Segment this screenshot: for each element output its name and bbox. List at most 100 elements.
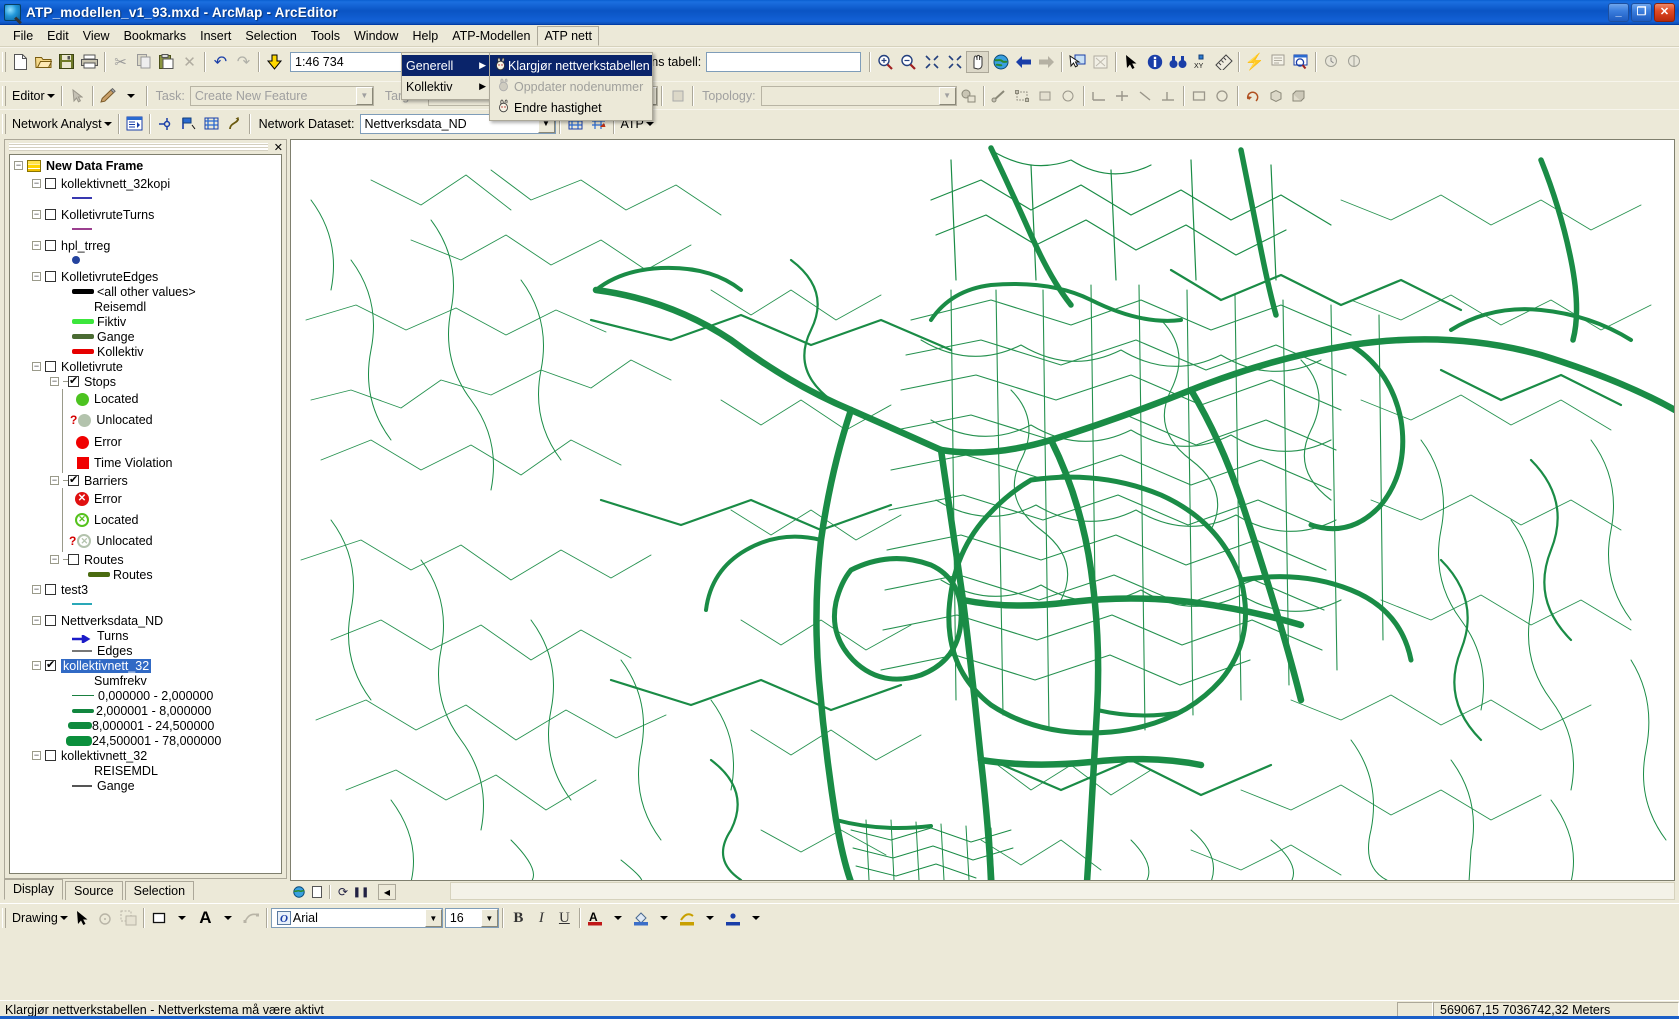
rotate-icon[interactable] [94, 907, 117, 929]
editor-menu-button[interactable]: Editor [9, 85, 58, 107]
delete-icon[interactable]: ✕ [178, 51, 201, 73]
construct-tool3-icon[interactable] [1134, 85, 1157, 107]
close-icon[interactable]: ✕ [274, 141, 283, 154]
time-slider-icon[interactable] [1320, 51, 1343, 73]
measure-icon[interactable] [1212, 51, 1235, 73]
layer-visibility-checkbox[interactable] [45, 178, 56, 189]
pencil-icon[interactable] [97, 85, 120, 107]
menu-window[interactable]: Window [347, 26, 405, 46]
menu-item-endre-hastighet[interactable]: Endre hastighet [490, 97, 652, 118]
group-icon[interactable] [117, 907, 140, 929]
page-icon[interactable] [308, 884, 326, 900]
menu-file[interactable]: File [6, 26, 40, 46]
toc-layer-nettverksdata-nd[interactable]: − Nettverksdata_ND [10, 613, 281, 628]
expand-collapse-icon[interactable]: − [32, 585, 41, 594]
maximize-button[interactable]: ❐ [1631, 2, 1652, 22]
close-button[interactable]: ✕ [1654, 2, 1675, 22]
edit-arrow-icon[interactable] [66, 85, 89, 107]
toc-layer-test3[interactable]: − test3 [10, 582, 281, 597]
font-color-dropdown[interactable] [607, 907, 630, 929]
toc-layer-hpl-trreg[interactable]: − hpl_trreg [10, 238, 281, 253]
clear-selection-icon[interactable] [1089, 51, 1112, 73]
map-tips-icon[interactable] [1289, 51, 1312, 73]
topology-tool2-icon[interactable] [1011, 85, 1034, 107]
drawing-menu-button[interactable]: Drawing [9, 907, 71, 929]
select-network-location-icon[interactable] [200, 113, 223, 135]
toc-layer-kollektivnett-32kopi[interactable]: − kollektivnett_32kopi [10, 176, 281, 191]
undo-icon[interactable]: ↶ [209, 51, 232, 73]
select-features-icon[interactable] [1066, 51, 1089, 73]
layer-visibility-checkbox[interactable] [45, 361, 56, 372]
font-size-combo[interactable]: 16 ▼ [444, 908, 499, 928]
line-color-icon[interactable] [676, 907, 699, 929]
toolbar-grip[interactable] [2, 113, 6, 134]
chevron-down-icon[interactable] [59, 916, 68, 920]
text-tool-icon[interactable]: A [194, 907, 217, 929]
toc-group-stops[interactable]: − Stops [10, 374, 281, 389]
toc-scroll-area[interactable]: − New Data Frame − kollektivnett_32kopi … [9, 154, 282, 874]
toc-layer-kollektivnett-32-second[interactable]: − kollektivnett_32 [10, 748, 281, 763]
toolbar-grip[interactable] [2, 908, 6, 928]
topology-tool1-icon[interactable] [988, 85, 1011, 107]
full-extent-globe-icon[interactable] [989, 51, 1012, 73]
save-icon[interactable] [55, 51, 78, 73]
menu-tools[interactable]: Tools [304, 26, 347, 46]
toc-layer-kolletivruteedges[interactable]: − KolletivruteEdges [10, 269, 281, 284]
menu-atp-nett[interactable]: ATP nett [537, 25, 599, 46]
chevron-down-icon[interactable]: ▼ [938, 86, 956, 105]
network-analyst-menu-button[interactable]: Network Analyst [9, 113, 115, 135]
tab-source[interactable]: Source [65, 881, 123, 900]
minimize-button[interactable]: _ [1608, 2, 1629, 22]
expand-collapse-icon[interactable]: − [32, 616, 41, 625]
menu-insert[interactable]: Insert [193, 26, 238, 46]
menu-selection[interactable]: Selection [238, 26, 303, 46]
expand-collapse-icon[interactable]: − [14, 161, 23, 170]
layer-visibility-checkbox[interactable] [45, 584, 56, 595]
solve-icon[interactable] [223, 113, 246, 135]
expand-collapse-icon[interactable]: − [32, 751, 41, 760]
forward-extent-icon[interactable] [1035, 51, 1058, 73]
menu-item-kollektiv[interactable]: Kollektiv ▶ [402, 76, 490, 97]
html-popup-icon[interactable] [1266, 51, 1289, 73]
menu-edit[interactable]: Edit [40, 26, 76, 46]
new-shape-icon[interactable] [148, 907, 171, 929]
refresh-icon[interactable]: ⟳ [334, 884, 352, 900]
zoom-in-icon[interactable] [874, 51, 897, 73]
zoom-out-icon[interactable] [897, 51, 920, 73]
go-to-xy-icon[interactable]: XY [1189, 51, 1212, 73]
construct-tool2-icon[interactable] [1111, 85, 1134, 107]
edit-tool-icon[interactable] [666, 85, 689, 107]
tab-display[interactable]: Display [4, 879, 63, 900]
print-icon[interactable] [78, 51, 101, 73]
new-document-icon[interactable] [9, 51, 32, 73]
frekvens-input[interactable] [706, 51, 862, 72]
toc-group-routes[interactable]: − Routes [10, 552, 281, 567]
underline-button[interactable]: U [553, 907, 576, 929]
chevron-down-icon[interactable]: ▼ [355, 86, 373, 105]
shape-circle-icon[interactable] [1211, 85, 1234, 107]
layer-visibility-checkbox[interactable] [68, 374, 79, 387]
layer-visibility-checkbox[interactable] [68, 554, 79, 565]
fixed-zoom-in-icon[interactable] [920, 51, 943, 73]
cube-icon[interactable] [1265, 85, 1288, 107]
marker-color-dropdown[interactable] [745, 907, 768, 929]
line-color-dropdown[interactable] [699, 907, 722, 929]
create-viewer-icon[interactable] [1343, 51, 1366, 73]
back-extent-icon[interactable] [1012, 51, 1035, 73]
find-binoculars-icon[interactable] [1166, 51, 1189, 73]
italic-button[interactable]: I [530, 907, 553, 929]
menu-bookmarks[interactable]: Bookmarks [117, 26, 194, 46]
topology-edit-icon[interactable] [957, 85, 980, 107]
font-family-combo[interactable]: O Arial ▼ [270, 908, 443, 928]
toc-layer-kollektivnett-32-selected[interactable]: − kollektivnett_32 [10, 658, 281, 673]
toc-data-frame[interactable]: − New Data Frame [10, 158, 281, 173]
expand-collapse-icon[interactable]: − [50, 377, 59, 386]
topology-tool3-icon[interactable] [1034, 85, 1057, 107]
expand-collapse-icon[interactable]: − [32, 362, 41, 371]
layer-visibility-checkbox[interactable] [45, 209, 56, 220]
chevron-down-icon[interactable] [46, 93, 55, 98]
task-combo[interactable]: Create New Feature ▼ [189, 85, 374, 106]
redo-icon[interactable]: ↷ [232, 51, 255, 73]
cut-icon[interactable]: ✂ [109, 51, 132, 73]
chevron-down-icon[interactable]: ▼ [424, 909, 442, 927]
